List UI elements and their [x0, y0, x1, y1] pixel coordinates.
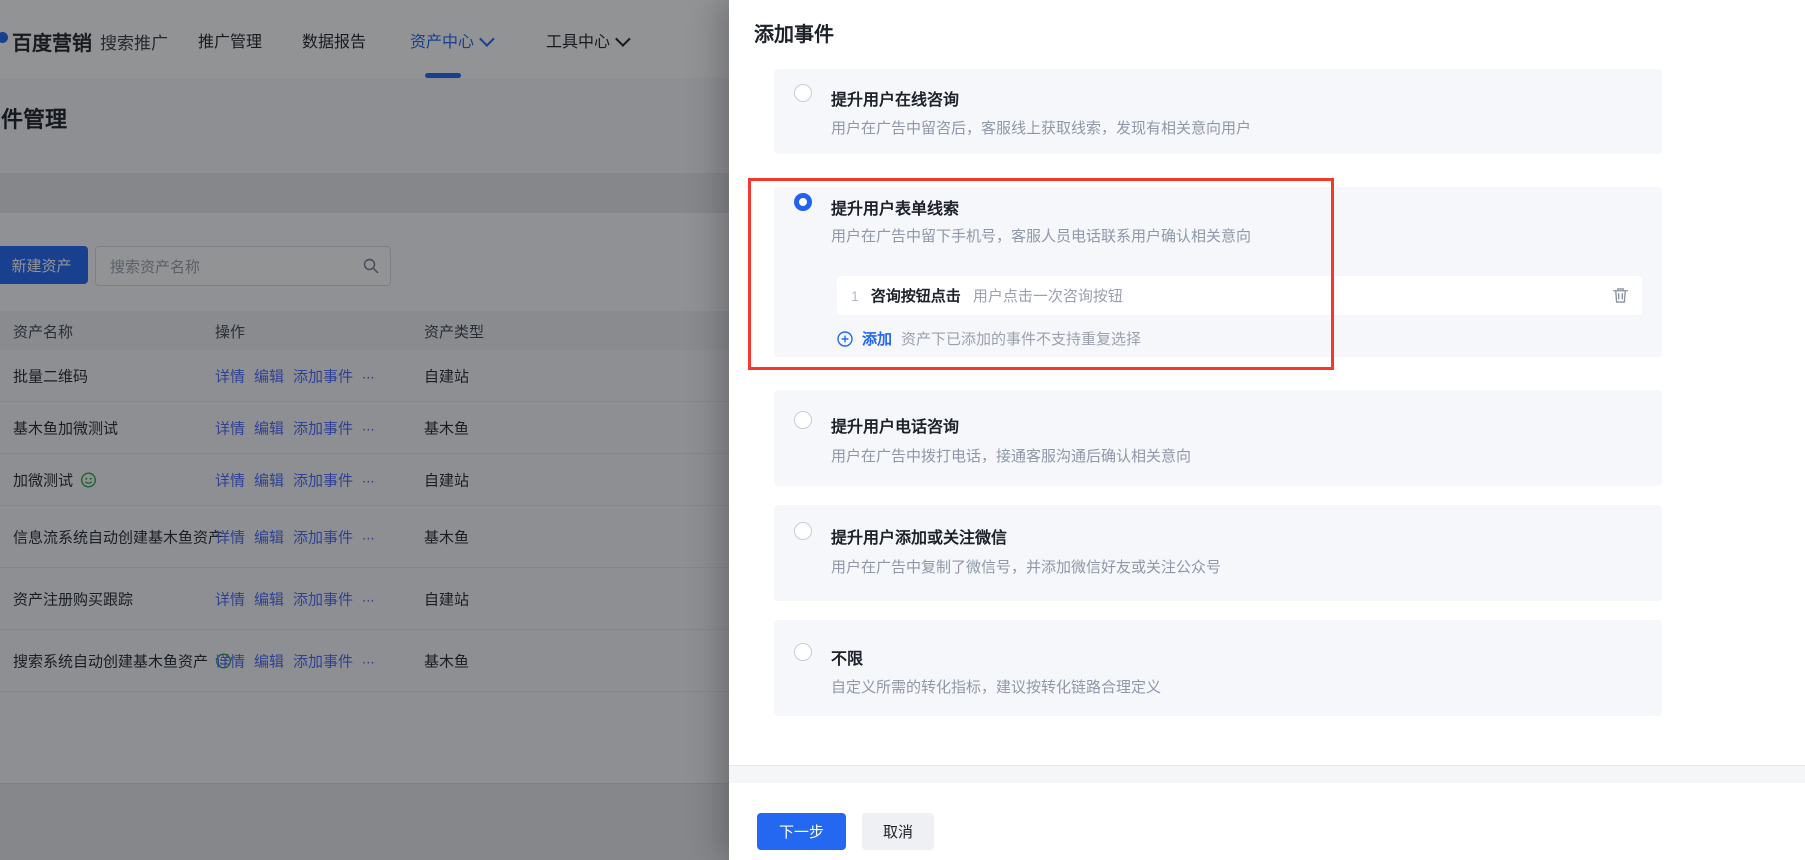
- option-title: 提升用户表单线索: [831, 195, 959, 219]
- option-title: 提升用户在线咨询: [831, 86, 959, 110]
- screen: 百度营销 搜索推广 推广管理 数据报告 资产中心 工具中心 件管理 新建资产: [0, 0, 1805, 860]
- option-title: 提升用户电话咨询: [831, 413, 959, 437]
- add-button[interactable]: 添加: [862, 328, 892, 349]
- radio-unselected-icon[interactable]: [794, 411, 812, 429]
- event-option-phone-consult[interactable]: 提升用户电话咨询 用户在广告中拨打电话，接通客服沟通后确认相关意向: [774, 390, 1662, 486]
- event-option-unlimited[interactable]: 不限 自定义所需的转化指标，建议按转化链路合理定义: [774, 620, 1662, 716]
- radio-unselected-icon[interactable]: [794, 643, 812, 661]
- add-event-row: 添加 资产下已添加的事件不支持重复选择: [837, 328, 1141, 349]
- circle-plus-icon: [837, 331, 853, 347]
- trash-icon: [1611, 286, 1630, 305]
- event-option-wechat-follow[interactable]: 提升用户添加或关注微信 用户在广告中复制了微信号，并添加微信好友或关注公众号: [774, 505, 1662, 601]
- option-title: 提升用户添加或关注微信: [831, 524, 1007, 548]
- cancel-button[interactable]: 取消: [862, 813, 934, 850]
- radio-unselected-icon[interactable]: [794, 522, 812, 540]
- option-title: 不限: [831, 645, 863, 669]
- option-description: 自定义所需的转化指标，建议按转化链路合理定义: [831, 676, 1161, 697]
- option-description: 用户在广告中留咨后，客服线上获取线索，发现有相关意向用户: [831, 117, 1251, 138]
- event-option-online-consult[interactable]: 提升用户在线咨询 用户在广告中留咨后，客服线上获取线索，发现有相关意向用户: [774, 69, 1662, 154]
- selected-event-row: 1 咨询按钮点击 用户点击一次咨询按钮: [837, 276, 1642, 315]
- event-index: 1: [851, 288, 859, 304]
- option-description: 用户在广告中复制了微信号，并添加微信好友或关注公众号: [831, 556, 1221, 577]
- radio-selected-icon[interactable]: [794, 193, 812, 211]
- delete-event-button[interactable]: [1611, 286, 1630, 305]
- drawer-title: 添加事件: [754, 18, 834, 47]
- add-event-drawer: 添加事件 提升用户在线咨询 用户在广告中留咨后，客服线上获取线索，发现有相关意向…: [729, 0, 1805, 860]
- event-description: 用户点击一次咨询按钮: [973, 285, 1123, 306]
- option-description: 用户在广告中拨打电话，接通客服沟通后确认相关意向: [831, 445, 1191, 466]
- next-step-button[interactable]: 下一步: [757, 813, 846, 850]
- add-hint: 资产下已添加的事件不支持重复选择: [901, 328, 1141, 349]
- modal-overlay[interactable]: [0, 0, 734, 860]
- option-description: 用户在广告中留下手机号，客服人员电话联系用户确认相关意向: [831, 225, 1251, 246]
- footer-strip: [729, 766, 1805, 783]
- event-option-form-lead[interactable]: 提升用户表单线索 用户在广告中留下手机号，客服人员电话联系用户确认相关意向 1 …: [774, 187, 1662, 357]
- event-name: 咨询按钮点击: [871, 285, 961, 306]
- radio-unselected-icon[interactable]: [794, 84, 812, 102]
